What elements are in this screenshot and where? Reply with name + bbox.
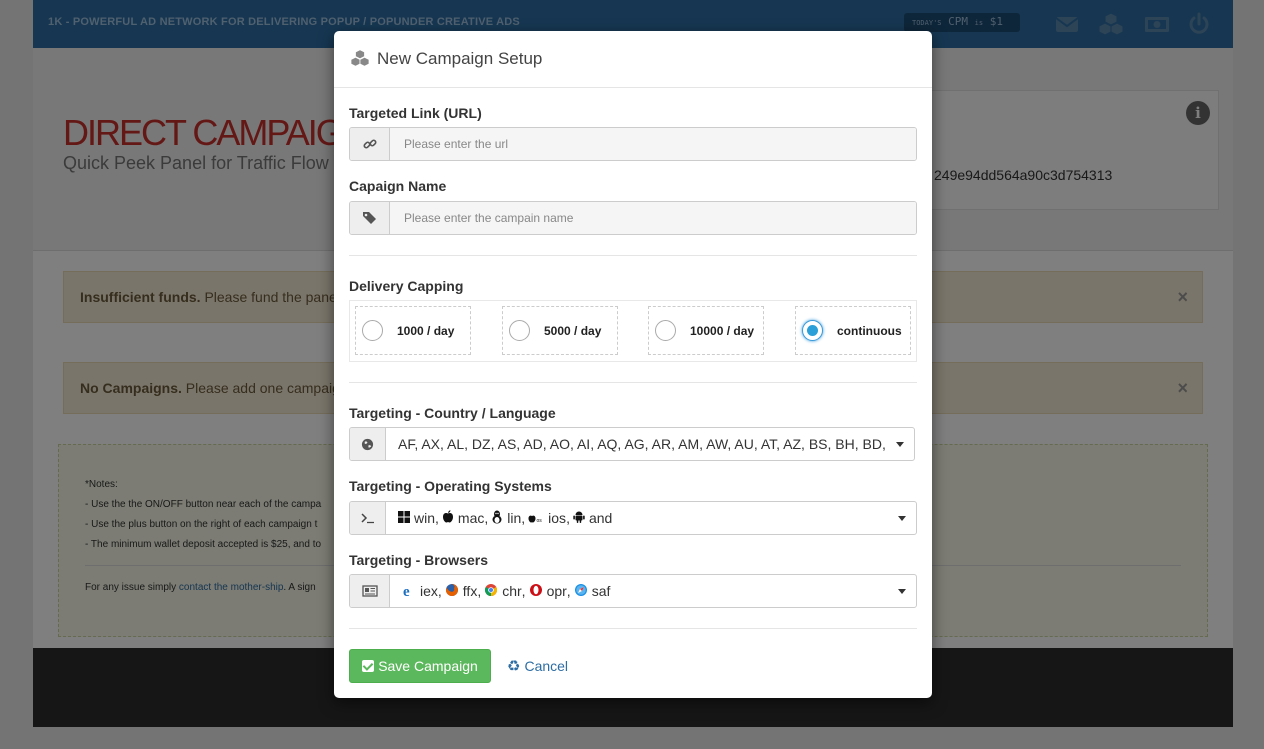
browser-token-opr: opr, [529,583,571,600]
capping-option-1000[interactable]: 1000 / day [355,306,471,355]
browsers-select[interactable]: e iex, ffx, chr, opr, saf [349,574,917,608]
firefox-icon [445,583,459,600]
capping-options: 1000 / day 5000 / day 10000 / day contin… [349,300,917,362]
check-square-icon [362,660,375,672]
capping-option-continuous[interactable]: continuous [795,306,911,355]
browsers-label: Targeting - Browsers [349,552,488,568]
chevron-down-icon [886,428,914,460]
tags-icon [350,202,390,234]
campaign-name-input-group [349,201,917,235]
radio-10000[interactable] [655,320,676,341]
campaign-name-input[interactable] [390,202,916,234]
os-token-lin: lin, [491,510,525,527]
browser-token-saf: saf [574,583,610,600]
cubes-icon [349,48,371,70]
browser-token-chr: chr, [484,583,526,600]
svg-text:os: os [537,518,543,523]
os-token-ios: os ios, [528,510,570,526]
new-campaign-modal: New Campaign Setup Targeted Link (URL) C… [334,31,932,698]
browsers-select-value: e iex, ffx, chr, opr, saf [390,575,888,607]
newspaper-icon [350,575,390,607]
country-select[interactable]: AF, AX, AL, DZ, AS, AD, AO, AI, AQ, AG, … [349,427,915,461]
url-input-group [349,127,917,161]
browser-token-iex: e iex, [402,583,442,600]
os-select[interactable]: win, mac, lin, os ios, and [349,501,917,535]
country-label: Targeting - Country / Language [349,405,556,421]
os-token-win: win, [398,510,439,526]
apple-icon [442,510,454,526]
windows-icon [398,510,410,526]
divider [349,382,917,383]
os-token-and: and [573,510,612,526]
modal-title: New Campaign Setup [377,49,543,68]
radio-continuous[interactable] [802,320,823,341]
android-icon [573,510,585,526]
link-icon [350,128,390,160]
radio-5000[interactable] [509,320,530,341]
safari-icon [574,583,588,600]
os-select-value: win, mac, lin, os ios, and [386,502,888,534]
browser-token-ffx: ffx, [445,583,481,600]
radio-1000[interactable] [362,320,383,341]
ie-icon: e [402,583,416,600]
os-token-mac: mac, [442,510,488,526]
capping-option-5000[interactable]: 5000 / day [502,306,618,355]
divider [349,255,917,256]
os-label: Targeting - Operating Systems [349,478,552,494]
campaign-name-label: Capaign Name [349,178,447,194]
save-campaign-button[interactable]: Save Campaign [349,649,491,683]
modal-header: New Campaign Setup [334,31,932,88]
url-input[interactable] [390,128,916,160]
chevron-down-icon [888,575,916,607]
ios-icon: os [528,510,544,526]
url-label: Targeted Link (URL) [349,105,482,121]
linux-icon [491,510,503,527]
divider [349,628,917,629]
country-select-value: AF, AX, AL, DZ, AS, AD, AO, AI, AQ, AG, … [398,436,886,452]
capping-option-10000[interactable]: 10000 / day [648,306,764,355]
opera-icon [529,583,543,600]
capping-label: Delivery Capping [349,278,464,294]
svg-text:e: e [403,584,410,597]
recycle-icon: ♻ [507,658,521,675]
cancel-button[interactable]: ♻ Cancel [507,657,568,675]
terminal-icon [350,502,386,534]
globe-icon [350,428,386,460]
chrome-icon [484,583,498,600]
chevron-down-icon [888,502,916,534]
